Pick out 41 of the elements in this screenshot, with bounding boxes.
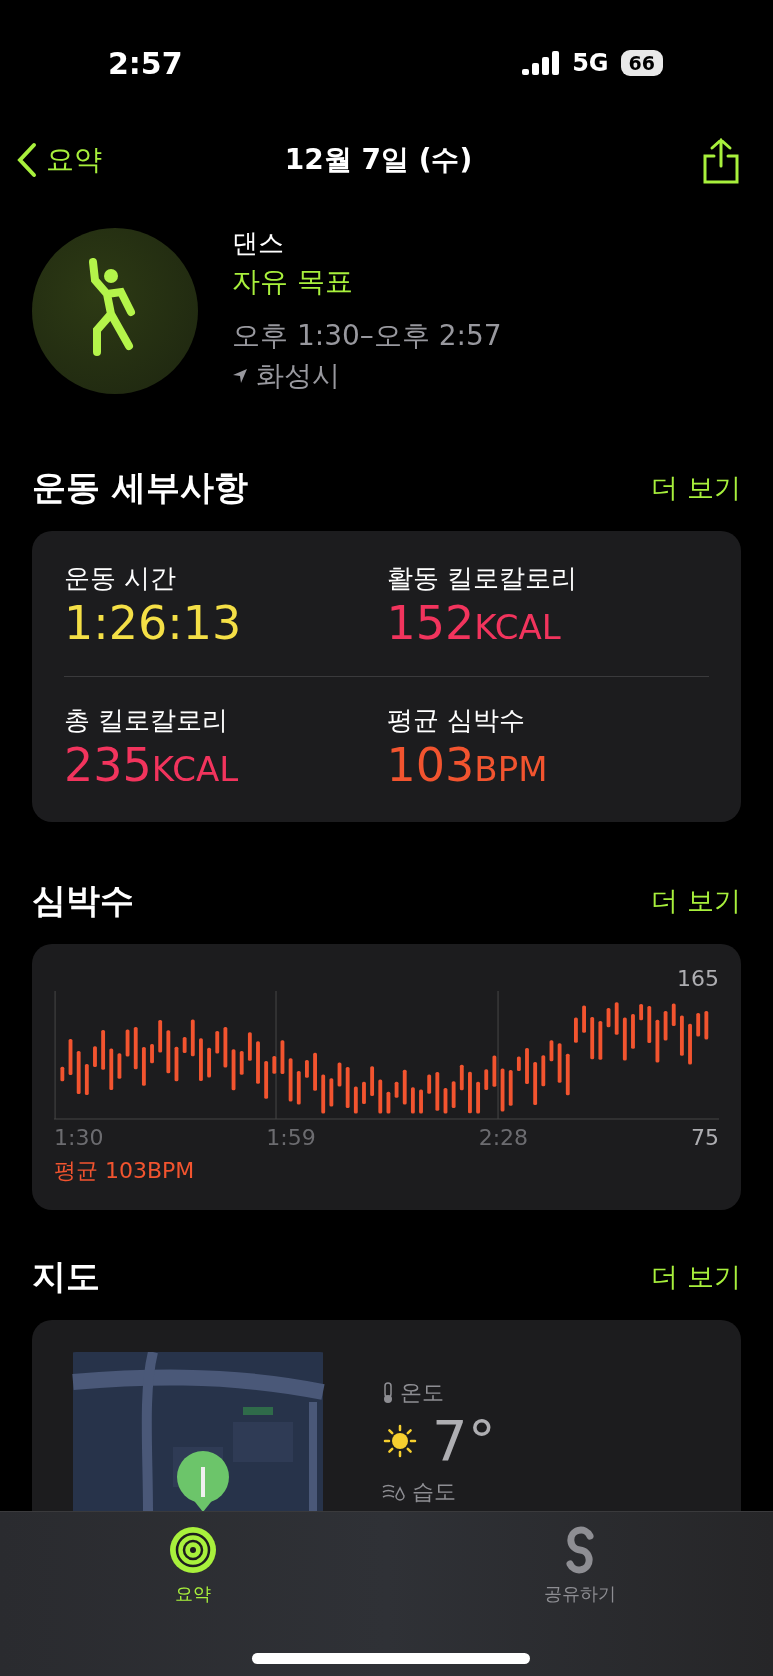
humidity-label: 습도 xyxy=(412,1478,456,1506)
network-label: 5G xyxy=(572,49,609,77)
metric-value: 152 KCAL xyxy=(386,596,562,650)
more-link[interactable]: 더 보기 xyxy=(651,883,741,919)
section-title: 심박수 xyxy=(32,879,134,922)
metric-value: 1:26:13 xyxy=(64,596,243,650)
axis-label: 1:59 xyxy=(266,1125,316,1150)
location-text: 화성시 xyxy=(256,358,340,394)
status-time: 2:57 xyxy=(108,45,183,81)
metric-value: 103BPM xyxy=(386,738,549,792)
battery-level: 66 xyxy=(620,50,663,76)
more-link[interactable]: 더 보기 xyxy=(651,470,741,506)
axis-label: 165 xyxy=(677,966,719,991)
share-icon[interactable] xyxy=(701,136,741,184)
time-range: 오후 1:30–오후 2:57 xyxy=(232,318,502,354)
temperature-label: 온도 xyxy=(400,1379,444,1407)
metric-label: 총 킬로칼로리 xyxy=(64,704,230,737)
chevron-icon xyxy=(16,142,38,178)
humidity-icon xyxy=(382,1482,406,1502)
axis-label: 75 xyxy=(691,1125,719,1150)
page-title: 12월 7일 (수) xyxy=(284,142,473,178)
metric-value: 235 KCAL xyxy=(64,738,240,792)
thermometer-icon xyxy=(382,1382,394,1404)
metric-label: 운동 시간 xyxy=(64,562,178,595)
average-heart-rate: 평균 103BPM xyxy=(54,1157,196,1185)
signal-icon xyxy=(522,51,561,75)
workout-name: 댄스 xyxy=(232,227,285,260)
sun-icon xyxy=(382,1422,418,1459)
section-title: 지도 xyxy=(32,1255,100,1298)
more-link[interactable]: 더 보기 xyxy=(651,1259,741,1295)
axis-label: 1:30 xyxy=(54,1125,104,1150)
metric-label: 활동 킬로칼로리 xyxy=(386,562,578,595)
workout-goal: 자유 목표 xyxy=(232,264,354,300)
rings-icon xyxy=(169,1526,218,1574)
location-arrow-icon xyxy=(232,368,248,384)
temperature-value: 7° xyxy=(432,1408,496,1473)
section-title: 운동 세부사항 xyxy=(32,466,248,509)
metric-label: 평균 심박수 xyxy=(386,704,526,737)
back-link[interactable]: 요약 xyxy=(16,141,102,179)
axis-label: 2:28 xyxy=(478,1125,529,1150)
tab[interactable]: 공유하기 xyxy=(386,1512,773,1676)
